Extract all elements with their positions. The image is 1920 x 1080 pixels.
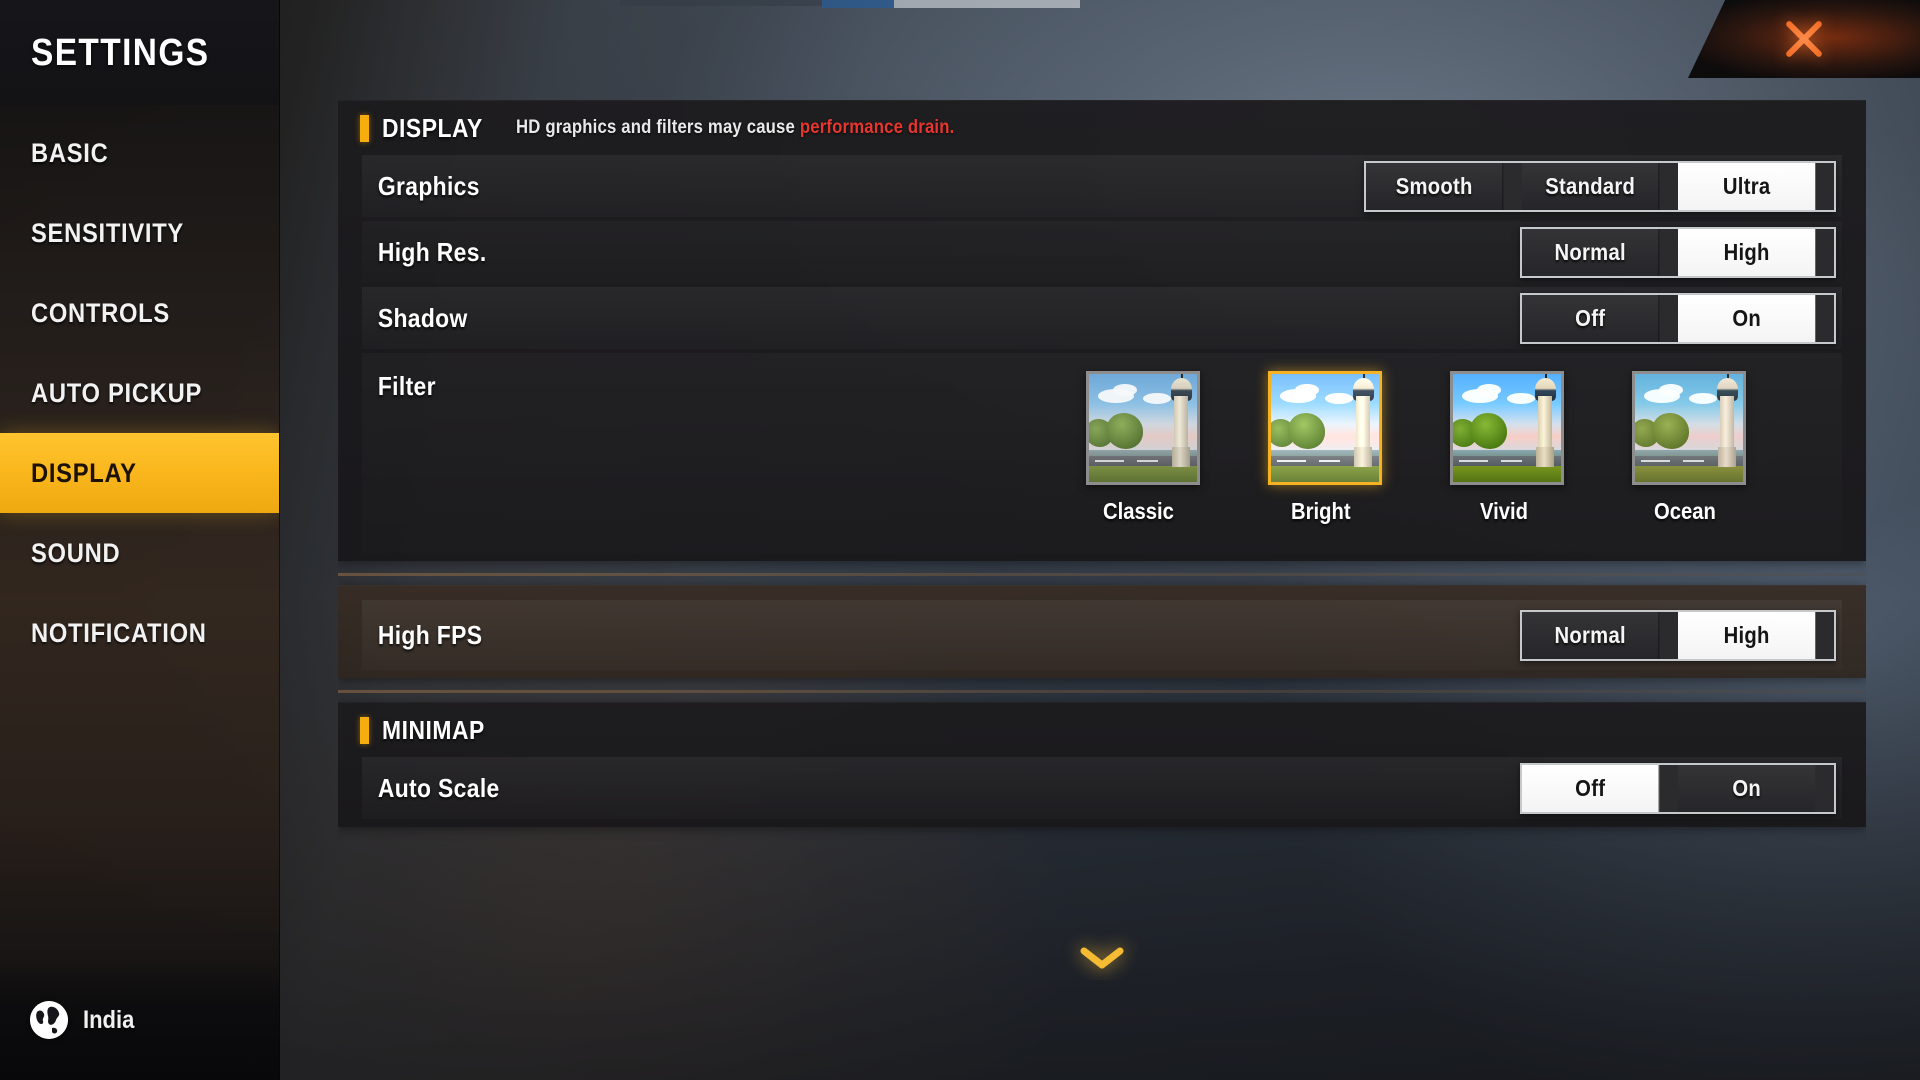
globe-icon — [30, 1001, 68, 1039]
sidebar-item-label: DISPLAY — [31, 457, 137, 488]
graphics-option-ultra[interactable]: Ultra — [1678, 162, 1816, 210]
setting-label: Shadow — [377, 302, 468, 333]
filter-option-ocean[interactable]: Ocean — [1632, 371, 1746, 525]
filter-label: Ocean — [1653, 498, 1716, 524]
top-cutoff-strip-left — [620, 0, 822, 6]
section-note-warning: performance drain. — [799, 117, 954, 138]
auto-scale-segmented-control: Off On — [1520, 762, 1836, 814]
setting-row-graphics: Graphics Smooth Standard Ultra — [362, 155, 1842, 217]
settings-screen: SETTINGS BASIC SENSITIVITY CONTROLS AUTO… — [0, 0, 1920, 1080]
filter-label: Classic — [1102, 498, 1174, 524]
page-title: SETTINGS — [31, 31, 210, 74]
sidebar-item-label: BASIC — [31, 137, 109, 168]
sidebar-item-notification[interactable]: NOTIFICATION — [0, 593, 279, 673]
region-label: India — [83, 1005, 135, 1034]
setting-label: High Res. — [377, 236, 487, 267]
sidebar-item-auto-pickup[interactable]: AUTO PICKUP — [0, 353, 279, 433]
shadow-option-on[interactable]: On — [1678, 294, 1816, 342]
section-note: HD graphics and filters may cause perfor… — [516, 117, 954, 139]
filter-thumbnail-ocean — [1632, 371, 1746, 485]
sidebar-item-sensitivity[interactable]: SENSITIVITY — [0, 193, 279, 273]
filter-option-vivid[interactable]: Vivid — [1450, 371, 1564, 525]
settings-content: DISPLAY HD graphics and filters may caus… — [338, 100, 1866, 980]
sidebar: SETTINGS BASIC SENSITIVITY CONTROLS AUTO… — [0, 0, 280, 1080]
sidebar-item-controls[interactable]: CONTROLS — [0, 273, 279, 353]
sidebar-item-display[interactable]: DISPLAY — [0, 433, 279, 513]
high-res-segmented-control: Normal High — [1520, 226, 1836, 278]
filter-thumbnail-vivid — [1450, 371, 1564, 485]
section-note-text: HD graphics and filters may cause — [515, 117, 800, 138]
sidebar-item-label: NOTIFICATION — [31, 617, 207, 648]
region-footer[interactable]: India — [0, 960, 279, 1080]
high-res-option-high[interactable]: High — [1678, 228, 1816, 276]
filter-label: Bright — [1291, 498, 1351, 524]
sidebar-item-label: SENSITIVITY — [31, 217, 184, 248]
filter-options: Classic Bright Vivid Ocean — [1086, 353, 1842, 525]
shadow-option-off[interactable]: Off — [1522, 294, 1660, 342]
high-fps-segmented-control: Normal High — [1520, 609, 1836, 661]
filter-option-classic[interactable]: Classic — [1086, 371, 1200, 525]
display-section: DISPLAY HD graphics and filters may caus… — [338, 100, 1866, 561]
setting-label: High FPS — [377, 619, 483, 650]
close-button[interactable] — [1688, 0, 1920, 78]
section-title: MINIMAP — [382, 714, 485, 745]
setting-control: Off On — [1520, 292, 1842, 344]
graphics-option-standard[interactable]: Standard — [1522, 162, 1660, 210]
section-divider-2 — [338, 690, 1866, 693]
filter-thumbnail-bright — [1268, 371, 1382, 485]
high-fps-option-high[interactable]: High — [1678, 611, 1816, 659]
sidebar-item-sound[interactable]: SOUND — [0, 513, 279, 593]
sidebar-item-label: SOUND — [31, 537, 121, 568]
close-icon — [1780, 15, 1828, 63]
section-accent-bar — [360, 716, 369, 744]
graphics-segmented-control: Smooth Standard Ultra — [1364, 160, 1836, 212]
top-cutoff-strip — [822, 0, 1080, 8]
high-res-option-normal[interactable]: Normal — [1522, 228, 1660, 276]
setting-row-auto-scale: Auto Scale Off On — [362, 757, 1842, 819]
sidebar-item-label: CONTROLS — [31, 297, 170, 328]
auto-scale-option-off[interactable]: Off — [1522, 764, 1660, 812]
sidebar-titlebar: SETTINGS — [0, 0, 279, 105]
setting-row-high-fps: High FPS Normal High — [362, 600, 1842, 670]
sidebar-item-basic[interactable]: BASIC — [0, 113, 279, 193]
filter-label: Vivid — [1479, 498, 1528, 524]
minimap-section: MINIMAP Auto Scale Off On — [338, 702, 1866, 827]
section-accent-bar — [360, 114, 369, 142]
setting-control: Smooth Standard Ultra — [1364, 160, 1842, 212]
setting-control: Off On — [1520, 762, 1842, 814]
high-fps-option-normal[interactable]: Normal — [1522, 611, 1660, 659]
section-title: DISPLAY — [382, 112, 483, 143]
sidebar-nav: BASIC SENSITIVITY CONTROLS AUTO PICKUP D… — [0, 105, 279, 673]
setting-row-filter: Filter Classic Bright Vivid Ocean — [362, 353, 1842, 553]
section-divider — [338, 573, 1866, 576]
setting-row-shadow: Shadow Off On — [362, 287, 1842, 349]
sidebar-item-label: AUTO PICKUP — [31, 377, 203, 408]
filter-thumbnail-classic — [1086, 371, 1200, 485]
auto-scale-option-on[interactable]: On — [1678, 764, 1816, 812]
shadow-segmented-control: Off On — [1520, 292, 1836, 344]
setting-control: Normal High — [1520, 226, 1842, 278]
setting-label: Graphics — [377, 170, 480, 201]
filter-option-bright[interactable]: Bright — [1268, 371, 1382, 525]
minimap-section-header: MINIMAP — [338, 703, 1866, 757]
display-section-header: DISPLAY HD graphics and filters may caus… — [338, 101, 1866, 155]
graphics-option-smooth[interactable]: Smooth — [1366, 162, 1504, 210]
setting-label: Filter — [377, 371, 436, 401]
fps-section: High FPS Normal High — [338, 585, 1866, 678]
setting-label: Auto Scale — [377, 772, 500, 803]
setting-control: Normal High — [1520, 609, 1842, 661]
setting-row-high-res: High Res. Normal High — [362, 221, 1842, 283]
chevron-down-icon[interactable] — [1080, 946, 1124, 970]
